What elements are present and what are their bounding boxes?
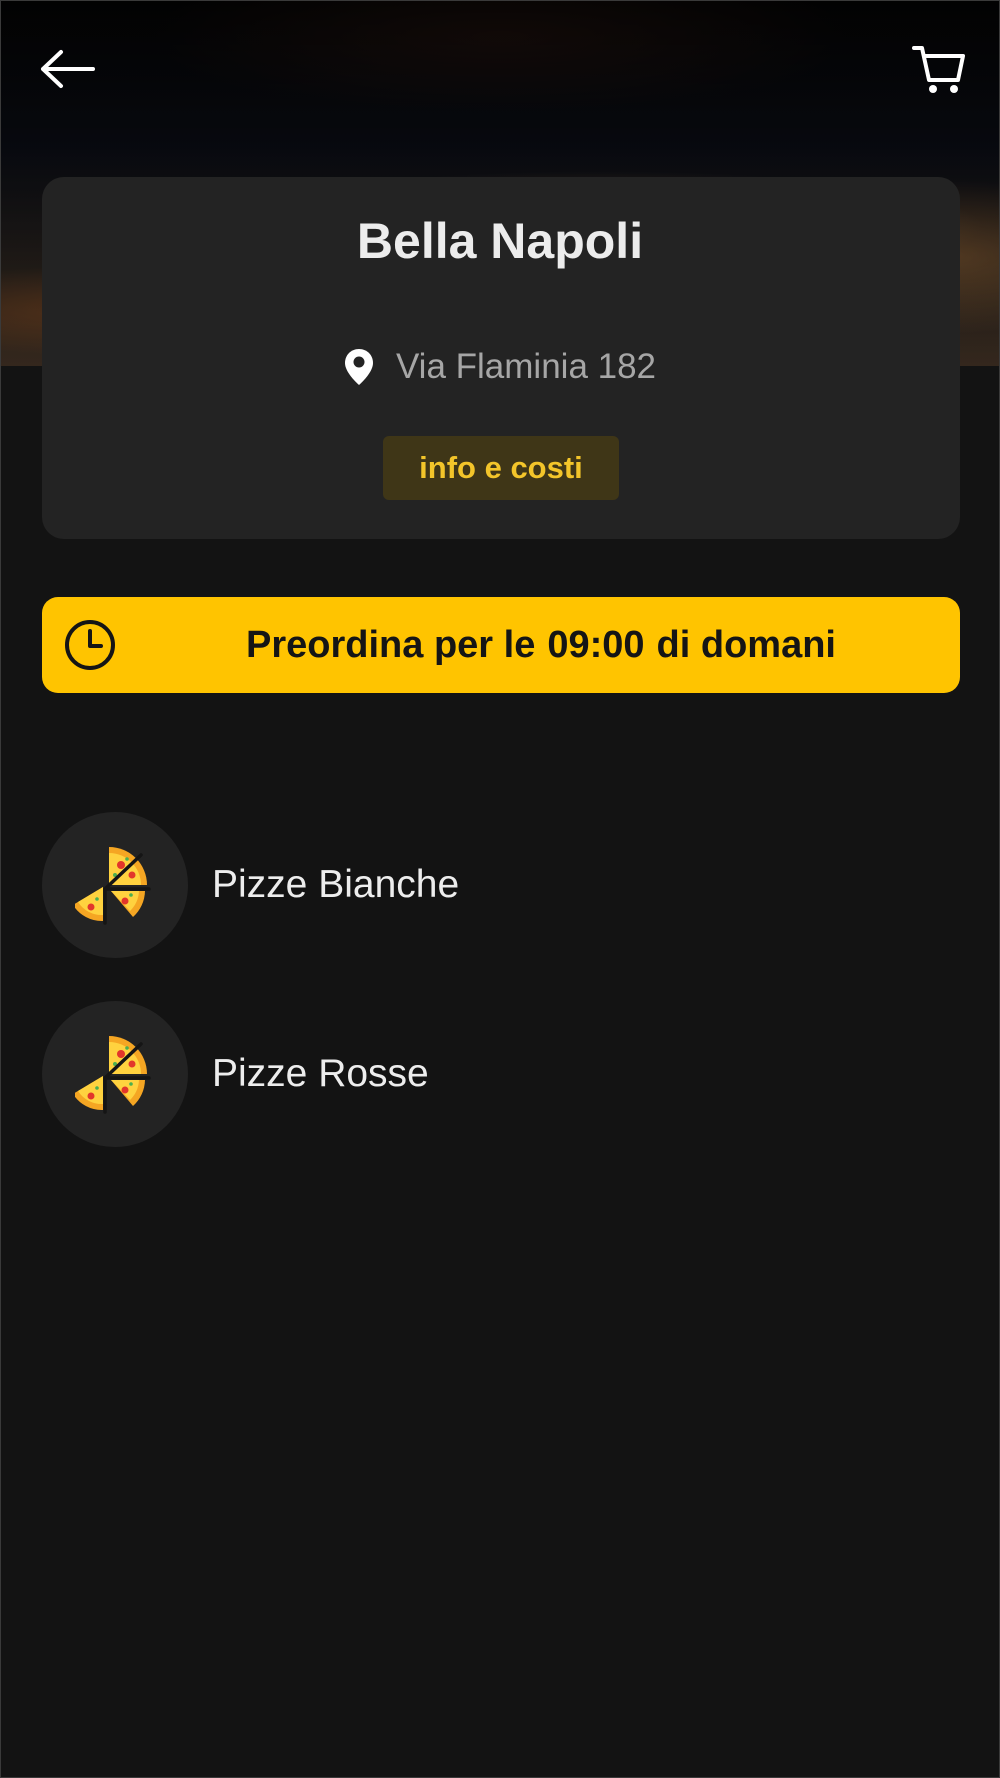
category-label: Pizze Bianche [212, 863, 460, 906]
shopping-cart-icon [912, 46, 965, 93]
preorder-suffix: di domani [656, 623, 836, 666]
location-pin-icon [344, 349, 373, 385]
category-icon-circle [42, 812, 188, 958]
category-item-pizze-rosse[interactable]: Pizze Rosse [42, 1001, 960, 1147]
info-costs-button[interactable]: info e costi [383, 436, 619, 500]
address-text: Via Flaminia 182 [395, 347, 657, 386]
pizza-slices-icon [75, 847, 151, 925]
preorder-banner[interactable]: Preordina per le 09:00 di domani [42, 597, 960, 693]
arrow-left-icon [41, 50, 95, 88]
back-button[interactable] [35, 37, 99, 101]
screen: Bella Napoli Via Flaminia 182 info e cos… [0, 0, 1000, 1778]
preorder-text: Preordina per le 09:00 di domani [122, 597, 960, 693]
cart-button[interactable] [907, 37, 971, 101]
category-label: Pizze Rosse [212, 1052, 429, 1095]
restaurant-name: Bella Napoli [356, 213, 644, 269]
restaurant-address: Via Flaminia 182 [1, 345, 999, 389]
category-item-pizze-bianche[interactable]: Pizze Bianche [42, 812, 960, 958]
preorder-prefix: Preordina per le [246, 623, 536, 666]
pizza-slices-icon [75, 1036, 151, 1114]
preorder-time: 09:00 [547, 623, 645, 666]
clock-icon [65, 620, 115, 670]
category-icon-circle [42, 1001, 188, 1147]
